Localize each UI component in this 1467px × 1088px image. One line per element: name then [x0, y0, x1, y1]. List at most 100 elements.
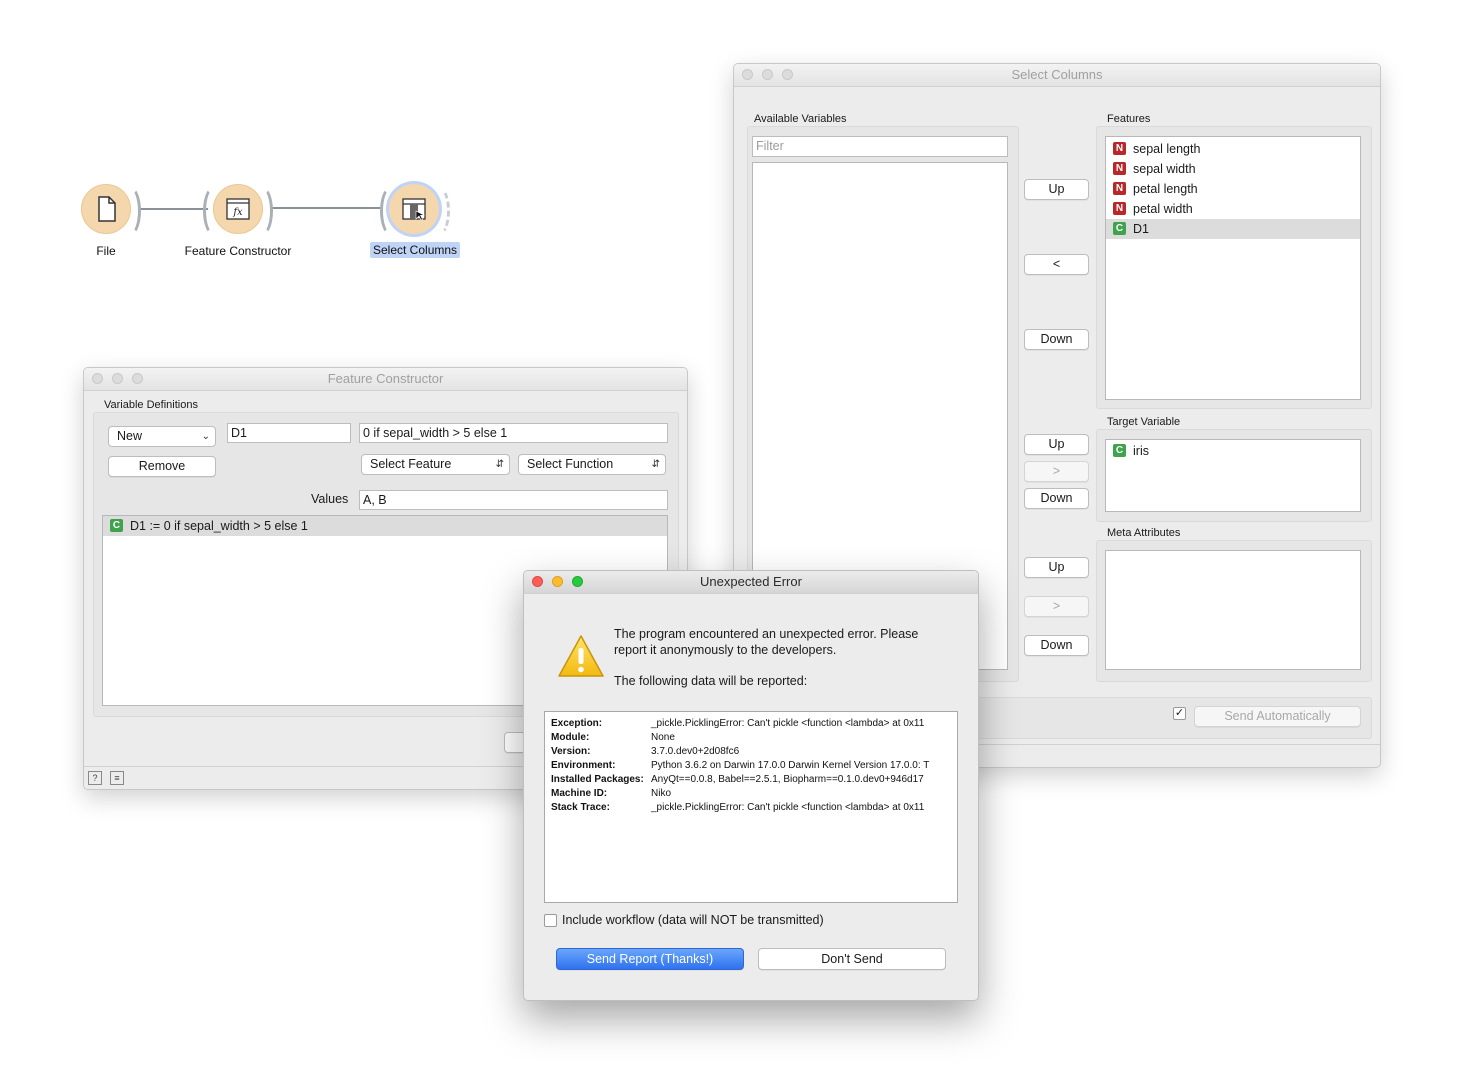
- feature-name: D1: [1133, 222, 1149, 236]
- categorical-badge-icon: C: [110, 519, 123, 532]
- report-row: Installed Packages: AnyQt==0.0.8, Babel==…: [551, 774, 957, 788]
- send-automatically-button[interactable]: Send Automatically: [1194, 706, 1361, 727]
- list-item[interactable]: Npetal length: [1106, 179, 1360, 199]
- close-icon[interactable]: [92, 373, 103, 384]
- minimize-icon[interactable]: [762, 69, 773, 80]
- chevron-down-icon: ⌄: [201, 431, 210, 442]
- zoom-icon[interactable]: [572, 576, 583, 587]
- include-workflow-label: Include workflow (data will NOT be trans…: [562, 913, 824, 927]
- features-list[interactable]: Nsepal length Nsepal width Npetal length…: [1105, 136, 1361, 400]
- meta-attributes-label: Meta Attributes: [1107, 527, 1181, 539]
- meta-down-button[interactable]: Down: [1024, 635, 1089, 656]
- node-label-select-columns: Select Columns: [370, 242, 461, 258]
- formula-icon: fx: [226, 198, 250, 220]
- variable-name-input[interactable]: D1: [227, 423, 351, 443]
- list-item[interactable]: Nsepal length: [1106, 139, 1360, 159]
- zoom-icon[interactable]: [132, 373, 143, 384]
- svg-text:fx: fx: [232, 207, 243, 218]
- window-title: Select Columns: [1011, 67, 1103, 82]
- report-key: Installed Packages:: [551, 774, 644, 785]
- report-row: Version: 3.7.0.dev0+2d08fc6: [551, 746, 957, 760]
- variable-definitions-label: Variable Definitions: [104, 399, 198, 411]
- new-variable-dropdown[interactable]: New ⌄: [108, 426, 216, 447]
- expression-input[interactable]: 0 if sepal_width > 5 else 1: [359, 423, 668, 443]
- move-to-available-button[interactable]: <: [1024, 254, 1089, 275]
- close-icon[interactable]: [742, 69, 753, 80]
- feature-name: sepal length: [1133, 142, 1201, 156]
- updown-arrows-icon: ⇵: [651, 459, 660, 470]
- send-report-button[interactable]: Send Report (Thanks!): [556, 948, 744, 970]
- list-item[interactable]: Ciris: [1106, 441, 1360, 461]
- report-key: Version:: [551, 746, 591, 757]
- features-up-button[interactable]: Up: [1024, 179, 1089, 200]
- meta-up-button[interactable]: Up: [1024, 557, 1089, 578]
- list-item[interactable]: Nsepal width: [1106, 159, 1360, 179]
- available-variables-label: Available Variables: [754, 113, 847, 125]
- numeric-badge-icon: N: [1113, 182, 1126, 195]
- move-to-meta-button[interactable]: >: [1024, 596, 1089, 617]
- error-dialog-titlebar[interactable]: Unexpected Error: [524, 571, 978, 594]
- report-value: _pickle.PicklingError: Can't pickle <fun…: [651, 718, 925, 729]
- error-message-line-2: report it anonymously to the developers.: [614, 643, 837, 657]
- report-key: Machine ID:: [551, 788, 608, 799]
- help-icon[interactable]: ?: [88, 771, 102, 785]
- warning-icon: [558, 635, 604, 677]
- target-up-button[interactable]: Up: [1024, 434, 1089, 455]
- file-output-port[interactable]: [119, 186, 141, 236]
- meta-attributes-list[interactable]: [1105, 550, 1361, 670]
- select-function-label: Select Function: [527, 457, 614, 471]
- numeric-badge-icon: N: [1113, 142, 1126, 155]
- categorical-badge-icon: C: [1113, 222, 1126, 235]
- report-row: Exception: _pickle.PicklingError: Can't p…: [551, 718, 957, 732]
- minimize-icon[interactable]: [112, 373, 123, 384]
- report-icon[interactable]: ≡: [110, 771, 124, 785]
- select-feature-dropdown[interactable]: Select Feature ⇵: [361, 454, 510, 475]
- node-label-file: File: [96, 244, 116, 258]
- dialog-title: Unexpected Error: [700, 574, 802, 589]
- include-workflow-checkbox[interactable]: [544, 914, 557, 927]
- report-value: AnyQt==0.0.8, Babel==2.5.1, Biopharm==0.…: [651, 774, 924, 785]
- report-row: Environment: Python 3.6.2 on Darwin 17.0.…: [551, 760, 957, 774]
- target-down-button[interactable]: Down: [1024, 488, 1089, 509]
- target-variable-list[interactable]: Ciris: [1105, 439, 1361, 512]
- remove-button[interactable]: Remove: [108, 456, 216, 477]
- link-file-to-constructor[interactable]: [138, 208, 208, 210]
- target-name: iris: [1133, 444, 1149, 458]
- following-data-label: The following data will be reported:: [614, 674, 808, 688]
- report-key: Environment:: [551, 760, 616, 771]
- dont-send-button[interactable]: Don't Send: [758, 948, 946, 970]
- select-feature-label: Select Feature: [370, 457, 452, 471]
- minimize-icon[interactable]: [552, 576, 563, 587]
- move-to-target-button[interactable]: >: [1024, 461, 1089, 482]
- report-value: None: [651, 732, 675, 743]
- values-input[interactable]: A, B: [359, 490, 668, 510]
- workflow-canvas[interactable]: File fx Feature Constructor Select Colum…: [0, 0, 720, 300]
- report-row: Machine ID: Niko: [551, 788, 957, 802]
- list-item[interactable]: C D1 := 0 if sepal_width > 5 else 1: [103, 516, 667, 536]
- select-columns-output-port[interactable]: [428, 186, 450, 236]
- feature-constructor-titlebar[interactable]: Feature Constructor: [84, 368, 687, 391]
- report-details-box[interactable]: Exception: _pickle.PicklingError: Can't p…: [544, 711, 958, 903]
- send-automatically-checkbox[interactable]: ✓: [1173, 707, 1186, 720]
- zoom-icon[interactable]: [782, 69, 793, 80]
- numeric-badge-icon: N: [1113, 162, 1126, 175]
- features-down-button[interactable]: Down: [1024, 329, 1089, 350]
- unexpected-error-dialog: Unexpected Error The program encountered…: [523, 570, 979, 1001]
- select-columns-icon: [402, 198, 426, 221]
- list-item[interactable]: C D1: [1106, 219, 1360, 239]
- report-value: Python 3.6.2 on Darwin 17.0.0 Darwin Ker…: [651, 760, 930, 771]
- constructor-output-port[interactable]: [251, 186, 273, 236]
- new-option-label: New: [117, 429, 143, 443]
- select-columns-titlebar[interactable]: Select Columns: [734, 64, 1380, 87]
- close-icon[interactable]: [532, 576, 543, 587]
- target-variable-label: Target Variable: [1107, 416, 1181, 428]
- select-function-dropdown[interactable]: Select Function ⇵: [518, 454, 666, 475]
- list-item[interactable]: Npetal width: [1106, 199, 1360, 219]
- report-row: Stack Trace: _pickle.PicklingError: Can't…: [551, 802, 957, 816]
- report-key: Stack Trace:: [551, 802, 610, 813]
- link-constructor-to-select[interactable]: [270, 207, 382, 209]
- filter-input[interactable]: Filter: [752, 136, 1008, 157]
- definition-text: D1 := 0 if sepal_width > 5 else 1: [130, 519, 308, 533]
- feature-name: sepal width: [1133, 162, 1196, 176]
- report-key: Module:: [551, 732, 590, 743]
